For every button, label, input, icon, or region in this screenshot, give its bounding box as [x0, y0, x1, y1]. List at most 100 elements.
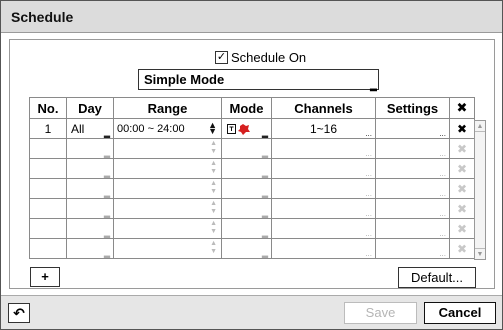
settings-cell[interactable]: ...	[375, 178, 450, 199]
delete-all-icon[interactable]: ✖	[449, 97, 475, 119]
scroll-down-icon[interactable]: ▼	[475, 248, 485, 259]
col-header-mode: Mode	[221, 97, 272, 119]
channels-cell[interactable]: ...	[271, 158, 376, 179]
range-spinner[interactable]: ▲ ▼	[113, 138, 222, 159]
up-down-arrows-icon[interactable]: ▲ ▼	[210, 180, 217, 196]
mode-cell[interactable]: ▂	[221, 158, 272, 179]
range-spinner[interactable]: ▲ ▼	[113, 218, 222, 239]
chevron-down-icon: ▂	[103, 249, 110, 258]
row-no: 1	[29, 118, 67, 139]
ellipsis-icon: ...	[439, 249, 446, 258]
dialog-footer: ↶ Save Cancel	[1, 295, 502, 329]
ellipsis-icon: ...	[439, 129, 446, 138]
scroll-up-icon[interactable]: ▲	[475, 121, 485, 132]
settings-cell[interactable]: ...	[375, 238, 450, 259]
range-spinner[interactable]: ▲ ▼	[113, 238, 222, 259]
delete-row-icon[interactable]: ✖	[449, 198, 475, 219]
col-header-channels: Channels	[271, 97, 376, 119]
range-spinner[interactable]: ▲ ▼	[113, 178, 222, 199]
ellipsis-icon: ...	[365, 229, 372, 238]
ellipsis-icon: ...	[439, 189, 446, 198]
title-bar: Schedule	[1, 1, 502, 33]
up-down-arrows-icon[interactable]: ▲ ▼	[210, 240, 217, 256]
delete-row-icon[interactable]: ✖	[449, 218, 475, 239]
row-no	[29, 238, 67, 259]
delete-row-icon[interactable]: ✖	[449, 238, 475, 259]
schedule-table: No. Day Range Mode Channels Settings ✖ 1…	[29, 97, 475, 259]
settings-cell[interactable]: ...	[375, 198, 450, 219]
delete-row-icon[interactable]: ✖	[449, 158, 475, 179]
up-down-arrows-icon[interactable]: ▲ ▼	[208, 121, 217, 136]
back-button[interactable]: ↶	[8, 303, 30, 323]
col-header-no: No.	[29, 97, 67, 119]
settings-cell[interactable]: ...	[375, 158, 450, 179]
record-mode-icon	[227, 123, 253, 139]
ellipsis-icon: ...	[365, 169, 372, 178]
delete-row-icon[interactable]: ✖	[449, 118, 475, 139]
range-spinner[interactable]: ▲ ▼	[113, 158, 222, 179]
mode-select[interactable]: Simple Mode ▂	[138, 69, 379, 91]
row-no	[29, 178, 67, 199]
ellipsis-icon: ...	[439, 209, 446, 218]
schedule-table-wrap: No. Day Range Mode Channels Settings ✖ 1…	[29, 97, 491, 263]
table-row: ▂ ▲ ▼ ▂...... ✖	[29, 138, 475, 159]
chevron-down-icon: ▂	[261, 169, 268, 178]
add-schedule-button[interactable]: +	[30, 267, 60, 287]
row-no	[29, 158, 67, 179]
delete-row-icon[interactable]: ✖	[449, 178, 475, 199]
up-down-arrows-icon[interactable]: ▲ ▼	[210, 220, 217, 236]
mode-cell[interactable]: ▂	[221, 138, 272, 159]
chevron-down-icon: ▂	[261, 229, 268, 238]
chevron-down-icon: ▂	[103, 149, 110, 158]
chevron-down-icon: ▂	[103, 189, 110, 198]
row-no	[29, 138, 67, 159]
mode-cell[interactable]: ▂	[221, 118, 272, 139]
mode-select-value: Simple Mode	[144, 72, 225, 87]
settings-cell[interactable]: ...	[375, 118, 450, 139]
chevron-down-icon: ▂	[261, 149, 268, 158]
chevron-down-icon: ▂	[261, 249, 268, 258]
day-select[interactable]: All ▂	[66, 118, 114, 139]
range-spinner[interactable]: 00:00 ~ 24:00 ▲ ▼	[113, 118, 222, 139]
channels-cell[interactable]: 1~16 ...	[271, 118, 376, 139]
up-down-arrows-icon[interactable]: ▲ ▼	[210, 140, 217, 156]
default-button[interactable]: Default...	[398, 267, 476, 288]
channels-cell[interactable]: ...	[271, 238, 376, 259]
day-select[interactable]: ▂	[66, 138, 114, 159]
save-button[interactable]: Save	[344, 302, 417, 324]
channels-cell[interactable]: ...	[271, 138, 376, 159]
day-select[interactable]: ▂	[66, 198, 114, 219]
ellipsis-icon: ...	[365, 189, 372, 198]
table-row: ▂ ▲ ▼ ▂...... ✖	[29, 218, 475, 239]
day-select[interactable]: ▂	[66, 218, 114, 239]
ellipsis-icon: ...	[365, 209, 372, 218]
up-down-arrows-icon[interactable]: ▲ ▼	[210, 200, 217, 216]
day-select[interactable]: ▂	[66, 158, 114, 179]
channels-cell[interactable]: ...	[271, 218, 376, 239]
ellipsis-icon: ...	[365, 149, 372, 158]
delete-row-icon[interactable]: ✖	[449, 138, 475, 159]
mode-cell[interactable]: ▂	[221, 218, 272, 239]
channels-cell[interactable]: ...	[271, 178, 376, 199]
chevron-down-icon: ▂	[261, 129, 268, 138]
mode-cell[interactable]: ▂	[221, 178, 272, 199]
mode-cell[interactable]: ▂	[221, 238, 272, 259]
day-value: All	[71, 121, 85, 136]
schedule-on-toggle[interactable]: ✓ Schedule On	[215, 49, 306, 65]
table-scrollbar[interactable]: ▲ ▼	[474, 120, 486, 260]
chevron-down-icon: ▂	[103, 169, 110, 178]
chevron-down-icon: ▂	[103, 229, 110, 238]
cancel-button[interactable]: Cancel	[424, 302, 496, 324]
up-down-arrows-icon[interactable]: ▲ ▼	[210, 160, 217, 176]
channels-cell[interactable]: ...	[271, 198, 376, 219]
day-select[interactable]: ▂	[66, 238, 114, 259]
settings-cell[interactable]: ...	[375, 138, 450, 159]
settings-cell[interactable]: ...	[375, 218, 450, 239]
chevron-down-icon: ▂	[261, 189, 268, 198]
schedule-dialog: Schedule ✓ Schedule On Simple Mode ▂ No.	[0, 0, 503, 330]
chevron-down-icon: ▂	[103, 129, 110, 138]
range-spinner[interactable]: ▲ ▼	[113, 198, 222, 219]
schedule-on-checkbox[interactable]: ✓	[215, 50, 228, 64]
day-select[interactable]: ▂	[66, 178, 114, 199]
mode-cell[interactable]: ▂	[221, 198, 272, 219]
